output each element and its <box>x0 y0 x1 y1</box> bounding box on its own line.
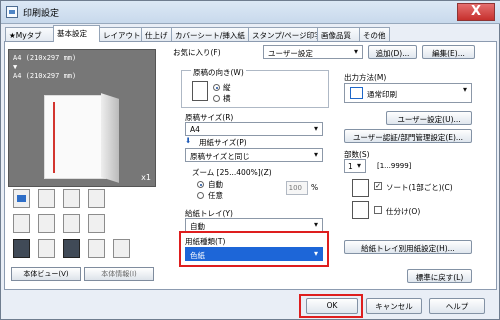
close-button[interactable]: X <box>457 3 495 21</box>
tray-icon[interactable] <box>13 189 30 208</box>
cancel-button[interactable]: キャンセル <box>366 298 422 314</box>
tray-paper-settings-button[interactable]: 給紙トレイ別用紙設定(H)... <box>344 240 472 254</box>
binding-line <box>53 102 55 173</box>
copies-field[interactable]: 1 <box>344 159 366 173</box>
zoom-auto-radio[interactable] <box>197 181 204 188</box>
booklet-icon[interactable] <box>88 189 105 208</box>
print-preview: A4 (210x297 mm) ▼ A4 (210x297 mm) x1 <box>8 49 156 187</box>
tab-image-quality[interactable]: 画像品質 <box>317 27 360 42</box>
window-title: 印刷設定 <box>23 9 60 19</box>
down-arrow-icon: ⬇ <box>185 136 192 145</box>
orientation-label: 原稿の向き(W) <box>191 67 246 78</box>
staple-icon[interactable] <box>38 189 55 208</box>
tab-my-tab[interactable]: ★Myタブ <box>5 27 54 42</box>
tab-layout[interactable]: レイアウト <box>99 27 142 42</box>
portrait-radio[interactable] <box>213 84 220 91</box>
offset-icon <box>352 201 369 219</box>
tab-finish[interactable]: 仕上げ <box>141 27 172 42</box>
paper-tray-select[interactable]: 自動 <box>185 218 323 232</box>
edit-favorite-button[interactable]: 編集(E)... <box>422 45 475 59</box>
zoom-label: ズーム [25...400%](Z) <box>192 168 272 177</box>
tab-basic-settings[interactable]: 基本設定 <box>53 25 100 42</box>
group-icon[interactable] <box>63 239 80 258</box>
page-preview <box>41 95 106 184</box>
stack-icon[interactable] <box>113 239 130 258</box>
body-info-button[interactable]: 本体情報(I) <box>84 267 154 281</box>
document-icon[interactable] <box>13 214 30 233</box>
portrait-label: 縦 <box>223 83 231 92</box>
print-settings-window: 印刷設定 X ★Myタブ 基本設定 レイアウト 仕上げ カバーシート/挿入紙 ス… <box>0 0 500 320</box>
collate-label: ソート(1部ごと)(C) <box>386 183 453 192</box>
printer-icon <box>6 6 18 18</box>
add-favorite-button[interactable]: 追加(D)... <box>368 45 417 59</box>
paper-size-label: 用紙サイズ(P) <box>199 138 247 147</box>
user-settings-button[interactable]: ユーザー設定(U)... <box>386 111 472 125</box>
fold-icon[interactable] <box>63 214 80 233</box>
title-bar[interactable]: 印刷設定 X <box>1 1 500 24</box>
zoom-value-field[interactable]: 100 <box>286 181 308 195</box>
star-icon: ★ <box>9 31 16 40</box>
device-options-grid <box>13 189 153 267</box>
original-size-select[interactable]: A4 <box>185 122 323 136</box>
restore-default-button[interactable]: 標準に戻す(L) <box>407 269 472 283</box>
zoom-auto-label: 自動 <box>208 180 223 189</box>
offset-checkbox[interactable] <box>374 206 382 214</box>
print-icon <box>350 87 363 99</box>
punch-icon[interactable] <box>88 214 105 233</box>
paper-size-select[interactable]: 原稿サイズと同じ <box>185 148 323 162</box>
collate-checkbox[interactable]: ✓ <box>374 182 382 190</box>
collate-icon <box>352 179 369 197</box>
help-button[interactable]: ヘルプ <box>429 298 485 314</box>
ok-button[interactable]: OK <box>306 298 358 314</box>
tab-other[interactable]: その他 <box>359 27 390 42</box>
favorites-select[interactable]: ユーザー設定 <box>263 45 363 59</box>
zoom-unit: % <box>311 183 319 192</box>
portrait-icon <box>192 81 208 101</box>
output-method-select[interactable]: 通常印刷 <box>344 83 472 103</box>
copies-range: [1...9999] <box>377 162 412 170</box>
copy-icon[interactable] <box>63 189 80 208</box>
paper-type-select[interactable]: 色紙 <box>185 247 323 261</box>
body-view-button[interactable]: 本体ビュー(V) <box>11 267 81 281</box>
bin-icon[interactable] <box>88 239 105 258</box>
pages-icon[interactable] <box>38 214 55 233</box>
zoom-custom-label: 任意 <box>208 191 223 200</box>
output-method-label: 出力方法(M) <box>344 73 387 82</box>
tab-cover-sheet[interactable]: カバーシート/挿入紙 <box>171 27 249 42</box>
preview-scale: x1 <box>141 173 151 182</box>
paper-size-preview-text: A4 (210x297 mm) ▼ A4 (210x297 mm) <box>13 54 77 80</box>
favorites-label: お気に入り(F) <box>173 48 221 57</box>
landscape-label: 横 <box>223 94 231 103</box>
offset-label: 仕分け(O) <box>386 207 421 216</box>
user-icon[interactable] <box>38 239 55 258</box>
auth-settings-button[interactable]: ユーザー認証/部門管理設定(E)... <box>344 129 472 143</box>
zoom-custom-radio[interactable] <box>197 192 204 199</box>
landscape-radio[interactable] <box>213 95 220 102</box>
finisher-icon[interactable] <box>13 239 30 258</box>
paper-type-label: 用紙種類(T) <box>185 237 226 246</box>
tab-stamp[interactable]: スタンプ/ページ印字 <box>248 27 322 42</box>
